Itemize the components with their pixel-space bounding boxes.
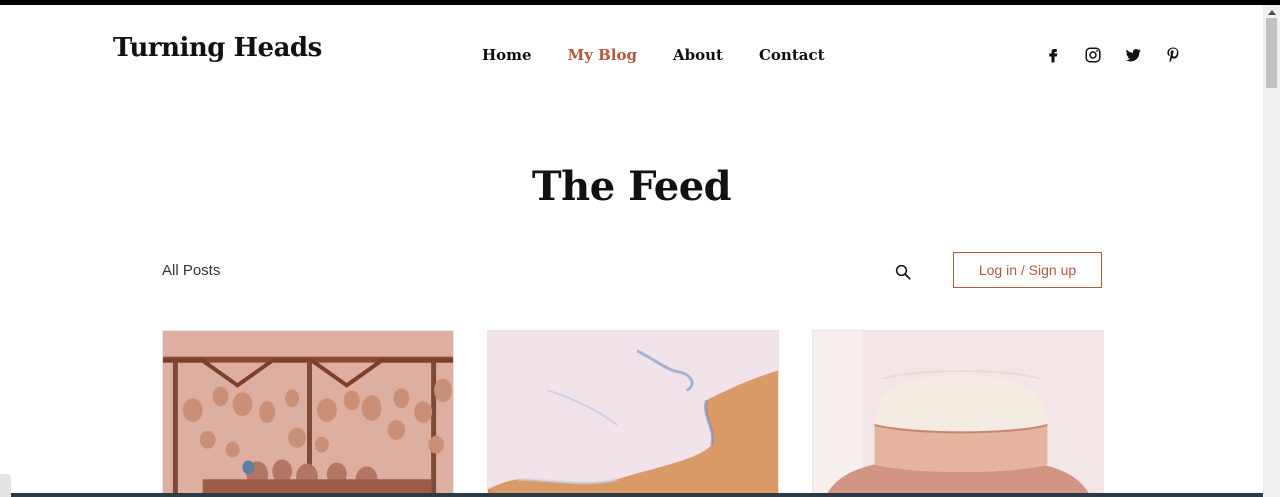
beach-wave-image bbox=[488, 331, 778, 497]
site-title[interactable]: Turning Heads bbox=[113, 33, 322, 63]
search-icon[interactable] bbox=[894, 263, 912, 281]
login-signup-button[interactable]: Log in / Sign up bbox=[953, 252, 1102, 288]
post-card-straw-hat[interactable] bbox=[812, 330, 1104, 497]
twitter-icon[interactable] bbox=[1123, 45, 1143, 65]
pinterest-icon[interactable] bbox=[1163, 45, 1183, 65]
nav-item-my-blog[interactable]: My Blog bbox=[568, 46, 637, 64]
clay-pots-image bbox=[163, 331, 453, 497]
page-scrollbar[interactable] bbox=[1263, 5, 1280, 497]
all-posts-link[interactable]: All Posts bbox=[162, 262, 220, 279]
nav-item-contact[interactable]: Contact bbox=[759, 46, 825, 64]
scroll-up-icon[interactable] bbox=[1263, 5, 1280, 18]
corner-tab bbox=[0, 474, 11, 497]
nav-item-home[interactable]: Home bbox=[482, 46, 532, 64]
post-card-beach-wave[interactable] bbox=[487, 330, 779, 497]
post-cards bbox=[162, 330, 1104, 497]
facebook-icon[interactable] bbox=[1043, 45, 1063, 65]
nav-item-about[interactable]: About bbox=[673, 46, 723, 64]
page: Turning Heads Home My Blog About Contact… bbox=[0, 5, 1263, 497]
scroll-thumb[interactable] bbox=[1266, 18, 1277, 88]
feed-title: The Feed bbox=[531, 163, 732, 210]
post-card-clay-pots[interactable] bbox=[162, 330, 454, 497]
straw-hat-image bbox=[813, 331, 1103, 497]
taskbar-edge bbox=[0, 493, 1263, 497]
instagram-icon[interactable] bbox=[1083, 45, 1103, 65]
social-bar bbox=[1043, 45, 1183, 65]
main-nav: Home My Blog About Contact bbox=[482, 46, 861, 64]
